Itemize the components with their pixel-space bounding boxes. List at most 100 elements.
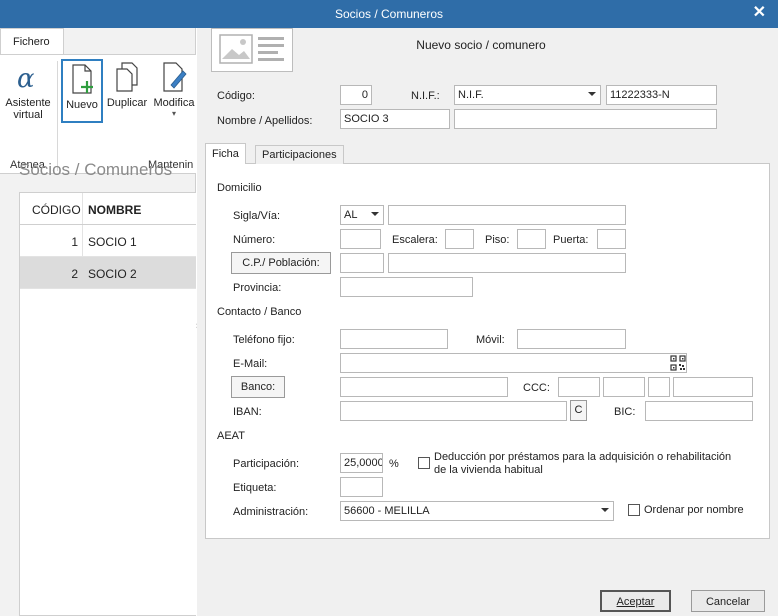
grid-header-nombre[interactable]: NOMBRE (88, 203, 141, 217)
ccc-dc-input[interactable] (648, 377, 670, 397)
row-code: 1 (71, 235, 78, 249)
deduccion-checkbox[interactable] (418, 457, 430, 469)
numero-input[interactable] (340, 229, 381, 249)
participacion-input[interactable]: 25,0000 (340, 453, 383, 473)
nuevo-label: Nuevo (66, 99, 98, 111)
duplicar-label: Duplicar (106, 97, 148, 109)
window-titlebar: Socios / Comuneros ✕ (0, 0, 778, 28)
aceptar-label: Aceptar (616, 596, 655, 608)
cancelar-button[interactable]: Cancelar (691, 590, 765, 612)
qr-code-icon[interactable] (670, 355, 686, 371)
etiqueta-label: Etiqueta: (233, 482, 277, 494)
nif-input[interactable]: 11222333-N (606, 85, 717, 105)
grid-header: CÓDIGO NOMBRE (20, 193, 196, 225)
nif-type-value: N.I.F. (458, 89, 484, 101)
asistente-label-line2: virtual (13, 109, 43, 121)
chevron-down-icon: ▾ (171, 109, 176, 118)
chevron-down-icon (371, 212, 379, 216)
window-title: Socios / Comuneros (334, 7, 444, 21)
apellidos-input[interactable] (454, 109, 717, 129)
duplicar-button[interactable]: Duplicar (104, 59, 150, 119)
table-row[interactable]: 1 SOCIO 1 (20, 225, 196, 257)
administracion-label: Administración: (233, 506, 309, 518)
asistente-label-line1: Asistente (5, 97, 51, 109)
deduccion-label-line1: Deducción por préstamos para la adquisic… (434, 451, 732, 463)
codigo-label: Código: (217, 90, 255, 102)
ccc-cuenta-input[interactable] (673, 377, 753, 397)
modificar-button[interactable]: Modifica ▾ (152, 59, 196, 119)
modificar-label: Modifica (153, 97, 195, 109)
row-code: 2 (71, 267, 78, 281)
cp-input[interactable] (340, 253, 384, 273)
alpha-icon: α (17, 64, 35, 93)
email-input[interactable] (340, 353, 687, 373)
nif-type-select[interactable]: N.I.F. (454, 85, 601, 105)
nombre-label: Nombre / Apellidos: (217, 115, 313, 127)
iban-calc-button[interactable]: C (570, 400, 587, 421)
nif-label: N.I.F.: (411, 90, 440, 102)
ccc-entidad-input[interactable] (558, 377, 600, 397)
contacto-section: Contacto / Banco (217, 306, 302, 318)
banco-button[interactable]: Banco: (231, 376, 285, 398)
chevron-down-icon (601, 508, 609, 512)
escalera-input[interactable] (445, 229, 474, 249)
tab-participaciones[interactable]: Participaciones (255, 145, 344, 164)
new-doc-icon (72, 64, 93, 94)
tab-ficha[interactable]: Ficha (205, 143, 246, 164)
duplicate-icon (116, 62, 138, 92)
iban-label: IBAN: (233, 406, 262, 418)
movil-label: Móvil: (476, 334, 505, 346)
ordenar-label: Ordenar por nombre (644, 504, 744, 516)
provincia-label: Provincia: (233, 282, 282, 294)
piso-input[interactable] (517, 229, 546, 249)
telefono-label: Teléfono fijo: (233, 334, 295, 346)
piso-label: Piso: (485, 234, 510, 246)
edit-doc-icon (163, 62, 187, 92)
table-row[interactable]: 2 SOCIO 2 (20, 257, 196, 289)
page-title: Socios / Comuneros (19, 160, 173, 179)
puerta-input[interactable] (597, 229, 626, 249)
bic-label: BIC: (614, 406, 636, 418)
sigla-select[interactable]: AL (340, 205, 384, 225)
asistente-virtual-button[interactable]: α Asistente virtual (2, 59, 54, 121)
dialog-title: Nuevo socio / comunero (416, 38, 546, 52)
movil-input[interactable] (517, 329, 626, 349)
administracion-select[interactable]: 56600 - MELILLA (340, 501, 614, 521)
etiqueta-input[interactable] (340, 477, 383, 497)
sigla-label: Sigla/Vía: (233, 210, 281, 222)
close-icon[interactable]: ✕ (753, 4, 766, 22)
telefono-input[interactable] (340, 329, 448, 349)
ribbon: α Asistente virtual Nuevo Duplicar Modif… (0, 54, 196, 174)
participacion-label: Participación: (233, 458, 300, 470)
background-app: Fichero α Asistente virtual Nuevo Duplic… (0, 28, 196, 616)
escalera-label: Escalera: (392, 234, 438, 246)
ribbon-tab-fichero[interactable]: Fichero (0, 28, 64, 54)
ordenar-checkbox[interactable] (628, 504, 640, 516)
domicilio-section: Domicilio (217, 182, 262, 194)
iban-input[interactable] (340, 401, 567, 421)
chevron-down-icon (588, 92, 596, 96)
sigla-value: AL (344, 209, 358, 221)
aceptar-button[interactable]: Aceptar (600, 590, 671, 612)
numero-label: Número: (233, 234, 276, 246)
percent-label: % (389, 458, 399, 470)
row-name: SOCIO 2 (88, 267, 137, 281)
svg-text:α: α (17, 64, 35, 93)
poblacion-input[interactable] (388, 253, 626, 273)
nuevo-button[interactable]: Nuevo (61, 59, 103, 123)
ccc-oficina-input[interactable] (603, 377, 645, 397)
nombre-input[interactable]: SOCIO 3 (340, 109, 450, 129)
deduccion-label: Deducción por préstamos para la adquisic… (434, 451, 731, 477)
cp-poblacion-button[interactable]: C.P./ Población: (231, 252, 331, 274)
socios-grid: CÓDIGO NOMBRE 1 SOCIO 1 2 SOCIO 2 (19, 192, 196, 616)
banco-input[interactable] (340, 377, 508, 397)
email-label: E-Mail: (233, 358, 268, 370)
ccc-label: CCC: (523, 382, 550, 394)
via-input[interactable] (388, 205, 626, 225)
grid-header-codigo[interactable]: CÓDIGO (32, 203, 81, 217)
bic-input[interactable] (645, 401, 753, 421)
aeat-section: AEAT (217, 430, 245, 442)
ribbon-divider (57, 61, 58, 171)
provincia-input[interactable] (340, 277, 473, 297)
codigo-input[interactable]: 0 (340, 85, 372, 105)
